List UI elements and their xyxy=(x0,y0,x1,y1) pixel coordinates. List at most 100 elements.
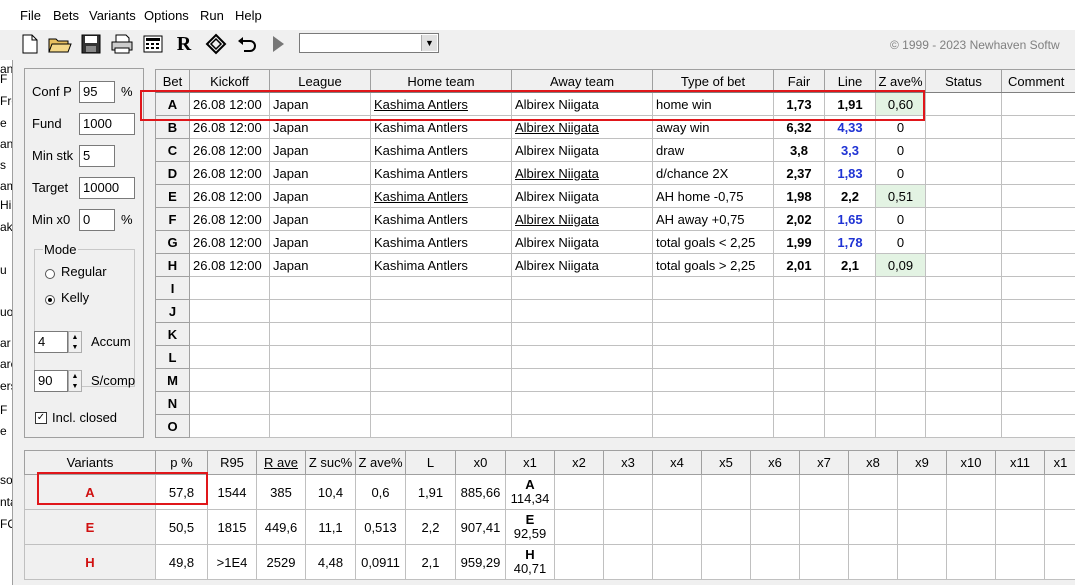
status-cell[interactable] xyxy=(925,253,1002,277)
variant-p-cell[interactable]: 49,8 xyxy=(155,544,208,580)
variant-zave-cell[interactable]: 0,0911 xyxy=(355,544,406,580)
empty-cell[interactable] xyxy=(773,391,825,415)
empty-cell[interactable] xyxy=(189,414,270,438)
kickoff-cell[interactable]: 26.08 12:00 xyxy=(189,184,270,208)
status-cell[interactable] xyxy=(925,161,1002,185)
league-cell[interactable]: Japan xyxy=(269,138,371,162)
bet-row[interactable]: H 26.08 12:00 Japan Kashima Antlers Albirex … xyxy=(155,253,1075,277)
z-ave-cell[interactable]: 0,09 xyxy=(875,253,926,277)
away-team-cell[interactable]: Albirex Niigata xyxy=(511,230,653,254)
variant-rave-cell[interactable]: 449,6 xyxy=(256,509,306,545)
fair-cell[interactable]: 2,01 xyxy=(773,253,825,277)
home-team-cell[interactable]: Kashima Antlers xyxy=(370,207,512,231)
incl-closed-label[interactable]: Incl. closed xyxy=(52,410,117,425)
calculator-icon[interactable] xyxy=(141,32,165,56)
home-team-cell[interactable]: Kashima Antlers xyxy=(370,230,512,254)
z-ave-cell[interactable]: 0 xyxy=(875,138,926,162)
bet-row[interactable]: O xyxy=(155,414,1075,438)
variants-col-header[interactable]: x3 xyxy=(603,450,653,475)
variant-empty-cell[interactable] xyxy=(946,509,996,545)
empty-cell[interactable] xyxy=(652,368,774,392)
status-cell[interactable] xyxy=(925,184,1002,208)
variant-empty-cell[interactable] xyxy=(701,509,751,545)
bet-id-cell[interactable]: F xyxy=(155,207,190,231)
empty-cell[interactable] xyxy=(773,322,825,346)
variant-empty-cell[interactable] xyxy=(701,474,751,510)
empty-cell[interactable] xyxy=(652,322,774,346)
empty-cell[interactable] xyxy=(773,368,825,392)
bet-id-cell[interactable]: M xyxy=(155,368,190,392)
comment-cell[interactable] xyxy=(1001,207,1075,231)
away-team-cell[interactable]: Albirex Niigata xyxy=(511,138,653,162)
variant-empty-cell[interactable] xyxy=(897,509,947,545)
empty-cell[interactable] xyxy=(511,368,653,392)
bet-row[interactable]: N xyxy=(155,391,1075,415)
bet-row[interactable]: D 26.08 12:00 Japan Kashima Antlers Albirex … xyxy=(155,161,1075,185)
home-team-cell[interactable]: Kashima Antlers xyxy=(370,253,512,277)
empty-cell[interactable] xyxy=(875,391,926,415)
variant-empty-cell[interactable] xyxy=(799,474,849,510)
save-icon[interactable] xyxy=(79,32,103,56)
kickoff-cell[interactable]: 26.08 12:00 xyxy=(189,253,270,277)
line-cell[interactable]: 2,1 xyxy=(824,253,876,277)
empty-cell[interactable] xyxy=(189,345,270,369)
menu-file[interactable]: File xyxy=(20,8,41,23)
bet-id-cell[interactable]: O xyxy=(155,414,190,438)
variants-col-header[interactable]: x1 xyxy=(1044,450,1075,475)
empty-cell[interactable] xyxy=(773,345,825,369)
variant-zsuc-cell[interactable]: 11,1 xyxy=(305,509,356,545)
league-cell[interactable]: Japan xyxy=(269,207,371,231)
variants-col-header[interactable]: L xyxy=(405,450,456,475)
variants-col-header[interactable]: Z suc% xyxy=(305,450,356,475)
variant-empty-cell[interactable] xyxy=(799,509,849,545)
variant-empty-cell[interactable] xyxy=(603,544,653,580)
bet-row[interactable]: E 26.08 12:00 Japan Kashima Antlers Albirex … xyxy=(155,184,1075,208)
empty-cell[interactable] xyxy=(925,299,1002,323)
variant-l-cell[interactable]: 1,91 xyxy=(405,474,456,510)
chevron-down-icon[interactable]: ▼ xyxy=(421,35,437,51)
fund-input[interactable]: 1000 xyxy=(79,113,135,135)
rotate-icon[interactable] xyxy=(204,32,228,56)
mode-kelly-radio[interactable] xyxy=(45,295,55,305)
kickoff-cell[interactable]: 26.08 12:00 xyxy=(189,138,270,162)
away-team-cell[interactable]: Albirex Niigata xyxy=(511,184,653,208)
variant-empty-cell[interactable] xyxy=(652,544,702,580)
empty-cell[interactable] xyxy=(875,414,926,438)
variant-zave-cell[interactable]: 0,6 xyxy=(355,474,406,510)
variant-empty-cell[interactable] xyxy=(603,474,653,510)
home-team-cell[interactable]: Kashima Antlers xyxy=(370,138,512,162)
empty-cell[interactable] xyxy=(824,276,876,300)
variant-empty-cell[interactable] xyxy=(1044,544,1075,580)
variants-col-header[interactable]: x2 xyxy=(554,450,604,475)
toolbar-combo[interactable]: ▼ xyxy=(299,33,439,53)
empty-cell[interactable] xyxy=(269,391,371,415)
variant-empty-cell[interactable] xyxy=(652,509,702,545)
variant-empty-cell[interactable] xyxy=(1044,509,1075,545)
variant-empty-cell[interactable] xyxy=(995,509,1045,545)
variant-empty-cell[interactable] xyxy=(848,544,898,580)
variant-empty-cell[interactable] xyxy=(750,544,800,580)
variant-empty-cell[interactable] xyxy=(1044,474,1075,510)
empty-cell[interactable] xyxy=(370,299,512,323)
col-comment[interactable]: Comment xyxy=(1001,69,1075,93)
empty-cell[interactable] xyxy=(773,414,825,438)
bet-id-cell[interactable]: G xyxy=(155,230,190,254)
variant-x1-cell[interactable]: A 114,34 xyxy=(505,474,555,510)
empty-cell[interactable] xyxy=(511,391,653,415)
line-cell[interactable]: 1,78 xyxy=(824,230,876,254)
variant-x1-cell[interactable]: H 40,71 xyxy=(505,544,555,580)
fair-cell[interactable]: 2,02 xyxy=(773,207,825,231)
empty-cell[interactable] xyxy=(652,391,774,415)
empty-cell[interactable] xyxy=(370,322,512,346)
bet-id-cell[interactable]: D xyxy=(155,161,190,185)
empty-cell[interactable] xyxy=(1001,345,1075,369)
league-cell[interactable]: Japan xyxy=(269,184,371,208)
empty-cell[interactable] xyxy=(511,414,653,438)
fair-cell[interactable]: 1,99 xyxy=(773,230,825,254)
bet-type-cell[interactable]: draw xyxy=(652,138,774,162)
mode-kelly-label[interactable]: Kelly xyxy=(61,290,89,305)
empty-cell[interactable] xyxy=(269,276,371,300)
empty-cell[interactable] xyxy=(925,414,1002,438)
variant-empty-cell[interactable] xyxy=(554,544,604,580)
bet-id-cell[interactable]: K xyxy=(155,322,190,346)
